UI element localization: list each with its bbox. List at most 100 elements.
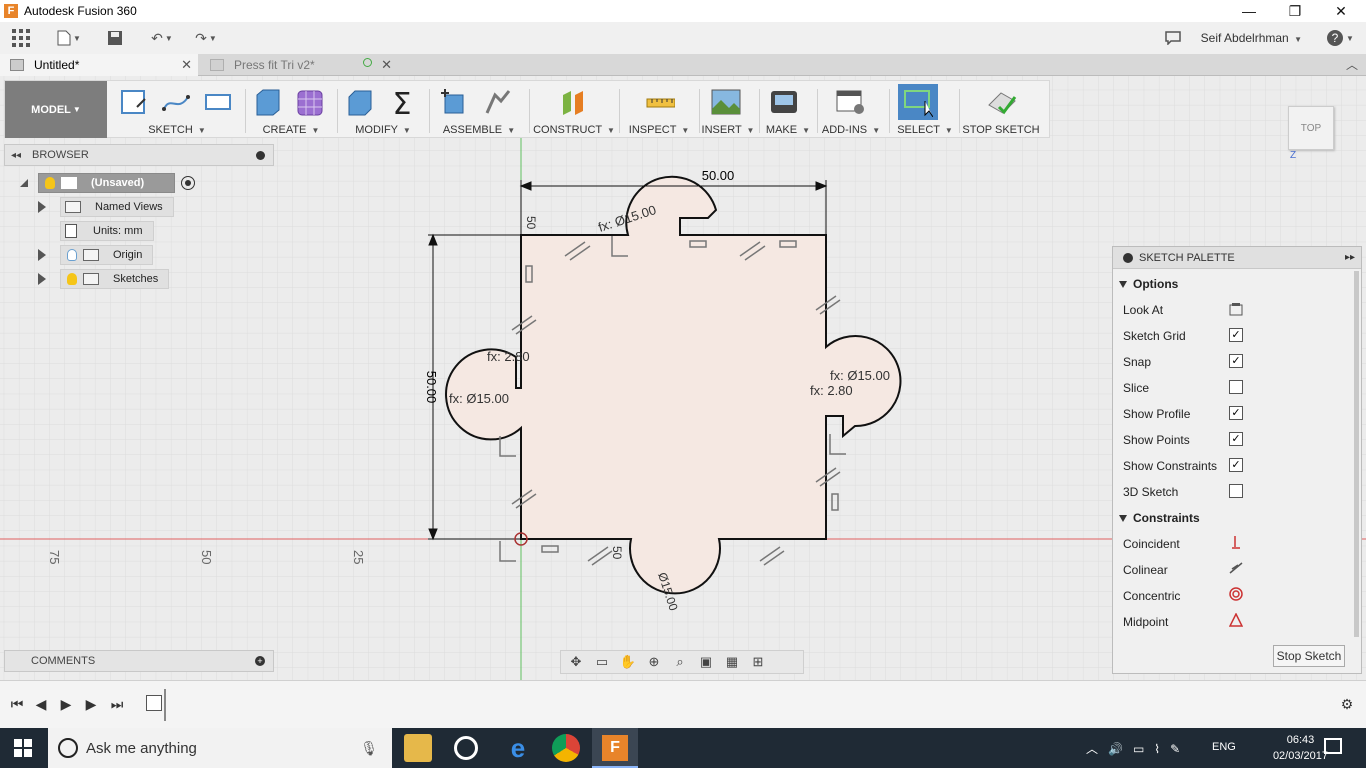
add-comment-icon[interactable]: + (255, 656, 265, 666)
collapse-chevron-icon[interactable]: ︿ (1346, 56, 1358, 73)
play-reverse-icon[interactable]: ▶ (57, 695, 75, 713)
browser-item-units[interactable]: Units: mm (60, 221, 154, 241)
undo-icon[interactable]: ↶ ▼ (144, 26, 180, 50)
activate-radio-icon[interactable] (181, 176, 196, 190)
go-to-end-icon[interactable]: ⏭ (108, 695, 126, 713)
close-window-button[interactable]: ✕ (1318, 0, 1364, 22)
timeline-marker[interactable] (164, 689, 166, 721)
comments-panel-header[interactable]: COMMENTS + (4, 650, 274, 672)
browser-pin-icon[interactable] (256, 150, 265, 160)
visibility-bulb-icon[interactable] (67, 273, 77, 285)
user-account-menu[interactable]: Seif Abdelrhman ▼ (1201, 31, 1302, 45)
expand-triangle-icon[interactable] (38, 201, 46, 213)
rectangle-tool-icon[interactable] (203, 87, 233, 117)
expand-triangle-icon[interactable] (38, 249, 46, 261)
construct-group[interactable]: CONSTRUCT ▼ (533, 81, 615, 138)
media-app-icon[interactable] (454, 736, 478, 760)
select-group[interactable]: SELECT ▼ (891, 81, 959, 138)
data-panel-grid-icon[interactable] (10, 26, 32, 50)
options-section-header[interactable]: Options (1119, 277, 1178, 291)
3d-sketch-checkbox[interactable] (1229, 484, 1243, 498)
constraints-section-header[interactable]: Constraints (1119, 511, 1200, 525)
step-back-icon[interactable]: ◀ (32, 695, 50, 713)
palette-collapse-icon[interactable] (1123, 253, 1133, 263)
modify-group[interactable]: Σ MODIFY ▼ (341, 81, 425, 138)
notifications-icon[interactable] (1162, 26, 1184, 50)
create-group[interactable]: CREATE ▼ (249, 81, 333, 138)
press-pull-icon[interactable] (345, 87, 375, 117)
chrome-browser-icon[interactable] (552, 734, 580, 762)
tab-press-fit-tri[interactable]: Press fit Tri v2* ✕ (200, 54, 398, 76)
look-at-icon[interactable] (1229, 302, 1243, 316)
browser-root-node[interactable]: (Unsaved) (20, 173, 196, 193)
help-icon[interactable]: ? ▼ (1324, 26, 1356, 50)
expand-triangle-icon[interactable] (38, 273, 46, 285)
view-cube[interactable]: TOP (1288, 106, 1334, 150)
tab-untitled[interactable]: Untitled* ✕ (0, 54, 198, 76)
workspace-switcher[interactable]: MODEL ▼ (5, 81, 107, 138)
line-tool-icon[interactable] (161, 87, 191, 117)
browser-item-origin[interactable]: Origin (38, 245, 154, 265)
3d-print-icon[interactable] (769, 87, 799, 117)
insert-image-icon[interactable] (711, 87, 741, 117)
browser-item-sketches[interactable]: Sketches (38, 269, 170, 289)
stop-sketch-icon[interactable] (987, 87, 1017, 117)
make-group[interactable]: MAKE ▼ (761, 81, 815, 138)
visibility-bulb-icon[interactable] (45, 177, 55, 189)
measure-icon[interactable] (645, 87, 675, 117)
cortana-search-box[interactable]: Ask me anything 🎙 (48, 728, 392, 768)
stop-sketch-button[interactable]: Stop Sketch (1273, 645, 1345, 667)
browser-panel-header[interactable]: ◂◂ BROWSER (4, 144, 274, 166)
file-menu-icon[interactable]: ▼ (54, 26, 84, 50)
redo-icon[interactable]: ↷ ▼ (188, 26, 224, 50)
action-center-icon[interactable] (1324, 738, 1342, 754)
palette-scrollbar[interactable] (1354, 271, 1359, 637)
scripts-addins-icon[interactable] (835, 87, 865, 117)
palette-expand-icon[interactable]: ▸▸ (1345, 252, 1355, 263)
browser-item-named-views[interactable]: Named Views (38, 197, 174, 217)
form-icon[interactable] (295, 87, 325, 117)
look-at-icon[interactable]: ▭ (591, 653, 613, 671)
file-explorer-icon[interactable] (404, 734, 432, 762)
collapse-browser-icon[interactable]: ◂◂ (11, 150, 21, 161)
orbit-icon[interactable]: ✥ (565, 653, 587, 671)
select-window-icon[interactable] (903, 87, 933, 117)
concentric-icon[interactable] (1229, 587, 1243, 601)
restore-button[interactable]: ❐ (1272, 0, 1318, 22)
visibility-bulb-icon[interactable] (67, 249, 77, 261)
grid-settings-icon[interactable]: ▦ (721, 653, 743, 671)
microphone-icon[interactable]: 🎙 (360, 740, 378, 757)
new-component-icon[interactable] (439, 87, 469, 117)
fusion-taskbar-button[interactable]: F (592, 728, 638, 768)
joint-icon[interactable] (483, 87, 513, 117)
show-constraints-checkbox[interactable]: ✓ (1229, 458, 1243, 472)
offset-plane-icon[interactable] (559, 87, 589, 117)
save-icon[interactable] (104, 26, 126, 50)
go-to-start-icon[interactable]: ⏮ (8, 695, 26, 713)
minimize-button[interactable]: — (1226, 0, 1272, 22)
coincident-icon[interactable] (1229, 535, 1243, 549)
expand-triangle-icon[interactable] (20, 179, 28, 187)
insert-group[interactable]: INSERT ▼ (699, 81, 757, 138)
show-profile-checkbox[interactable]: ✓ (1229, 406, 1243, 420)
timeline-settings-gear-icon[interactable]: ⚙ (1338, 695, 1356, 713)
close-tab-icon[interactable]: ✕ (381, 57, 392, 73)
sketch-feature-icon[interactable] (146, 695, 162, 711)
sketch-group[interactable]: SKETCH ▼ (113, 81, 241, 138)
zoom-icon[interactable]: ⊕ (643, 653, 665, 671)
add-ins-group[interactable]: ADD-INS ▼ (817, 81, 885, 138)
system-tray-icons[interactable]: ︿🔊▭⌇✎ (1086, 740, 1190, 757)
sketch-grid-checkbox[interactable]: ✓ (1229, 328, 1243, 342)
extrude-icon[interactable] (253, 87, 283, 117)
taskbar-clock[interactable]: 06:43 02/03/2017 (1273, 732, 1328, 764)
language-indicator[interactable]: ENG (1212, 741, 1236, 753)
viewports-icon[interactable]: ⊞ (747, 653, 769, 671)
snap-checkbox[interactable]: ✓ (1229, 354, 1243, 368)
assemble-group[interactable]: ASSEMBLE ▼ (433, 81, 525, 138)
edge-browser-icon[interactable]: e (504, 734, 532, 762)
parameters-sigma-icon[interactable]: Σ (387, 87, 417, 117)
pan-hand-icon[interactable]: ✋ (617, 653, 639, 671)
inspect-group[interactable]: INSPECT ▼ (623, 81, 695, 138)
show-points-checkbox[interactable]: ✓ (1229, 432, 1243, 446)
colinear-icon[interactable] (1229, 561, 1243, 575)
